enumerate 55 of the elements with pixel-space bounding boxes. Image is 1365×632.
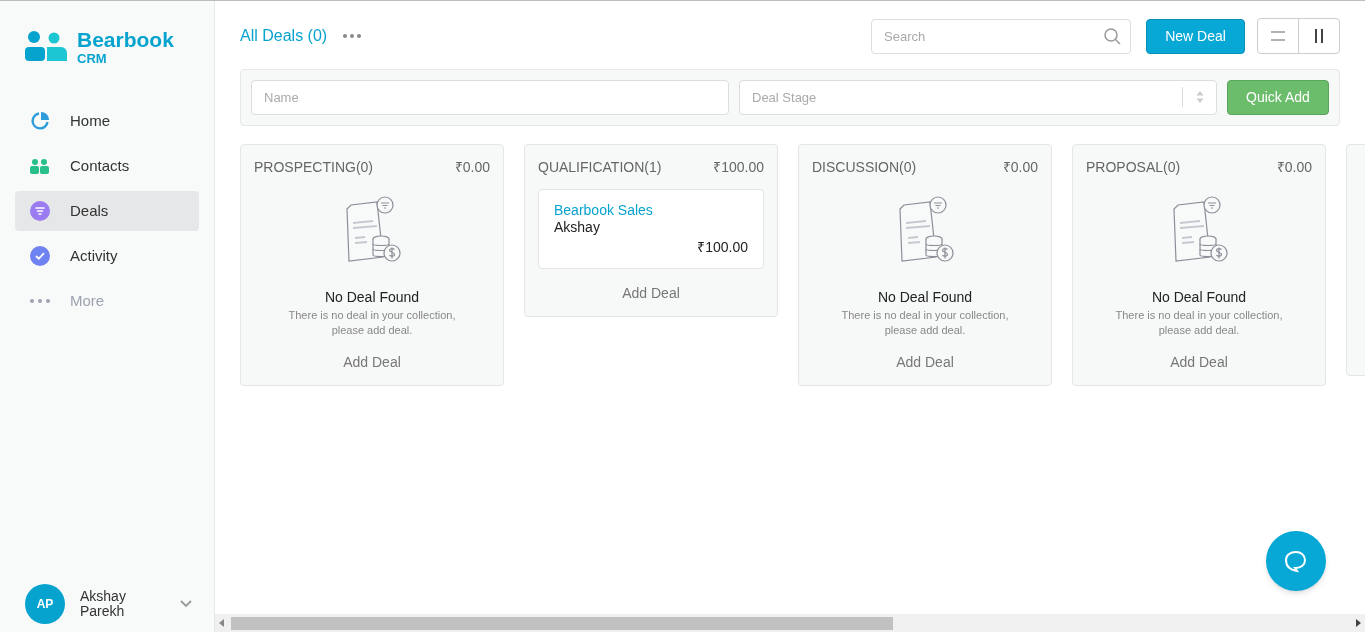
nav-item[interactable]: Contacts [15, 146, 199, 186]
scroll-right-icon[interactable] [1355, 619, 1361, 627]
deal-card[interactable]: Bearbook Sales Akshay ₹100.00 [538, 189, 764, 269]
chat-button[interactable] [1266, 531, 1326, 591]
search-field[interactable]: Search [871, 18, 1131, 54]
user-name: Akshay Parekh [80, 589, 127, 619]
empty-title: No Deal Found [1151, 288, 1247, 307]
stage-total: ₹0.00 [454, 157, 490, 177]
add-deal-link[interactable]: Add Deal [1170, 352, 1228, 373]
stage-title: PROSPECTING(0) [254, 157, 373, 177]
nav-item[interactable]: More [15, 281, 199, 321]
logo-icon [25, 30, 69, 64]
stage-total: ₹0.00 [1276, 157, 1312, 177]
page-title[interactable]: All Deals (0) [240, 24, 328, 48]
columns-icon [1314, 29, 1324, 43]
empty-message: There is no deal in your collection, please add deal. [287, 308, 457, 338]
scrollbar-thumb[interactable] [231, 616, 893, 630]
stage-total: ₹100.00 [713, 157, 764, 177]
deal-owner: Akshay [554, 219, 601, 236]
stage-total: ₹0.00 [1002, 157, 1038, 177]
nav-item[interactable]: Home [15, 101, 199, 141]
empty-message: There is no deal in your collection, please add deal. [840, 308, 1010, 338]
avatar: AP [25, 584, 65, 624]
new-deal-button[interactable]: New Deal [1146, 18, 1245, 54]
empty-title: No Deal Found [877, 288, 973, 307]
more-icon[interactable] [343, 34, 362, 38]
deal-amount: ₹100.00 [697, 238, 748, 257]
stage-title: DISCUSSION(0) [812, 157, 917, 177]
people-icon [30, 158, 50, 174]
brand-subtitle: CRM [77, 52, 108, 65]
empty-message: There is no deal in your collection, please add deal. [1114, 308, 1284, 338]
deal-name[interactable]: Bearbook Sales [554, 202, 748, 219]
filter-icon [30, 201, 50, 221]
chevron-down-icon[interactable] [180, 600, 192, 608]
checkmark-icon [30, 246, 50, 266]
search-icon [1104, 27, 1121, 45]
name-field[interactable]: Name [251, 80, 729, 115]
add-deal-link[interactable]: Add Deal [622, 283, 680, 304]
quick-add-button[interactable]: Quick Add [1227, 80, 1329, 115]
nav-item[interactable]: Activity [15, 236, 199, 276]
nav-item[interactable]: Deals [15, 191, 199, 231]
stage-title: QUALIFICATION(1) [538, 157, 662, 177]
more-icon [30, 299, 50, 303]
chat-bubble-icon [1284, 549, 1308, 573]
brand-name: Bearbook [77, 29, 174, 50]
scroll-left-icon[interactable] [219, 619, 225, 627]
add-deal-link[interactable]: Add Deal [343, 352, 401, 373]
empty-title: No Deal Found [324, 288, 420, 307]
deal-stage-select[interactable]: Deal Stage [739, 80, 1217, 115]
add-deal-link[interactable]: Add Deal [896, 352, 954, 373]
stage-title: PROPOSAL(0) [1086, 157, 1181, 177]
list-icon [1271, 31, 1285, 41]
sort-arrows-icon [1196, 90, 1204, 104]
horizontal-scrollbar[interactable] [215, 614, 1365, 632]
pie-chart-icon [30, 111, 50, 131]
